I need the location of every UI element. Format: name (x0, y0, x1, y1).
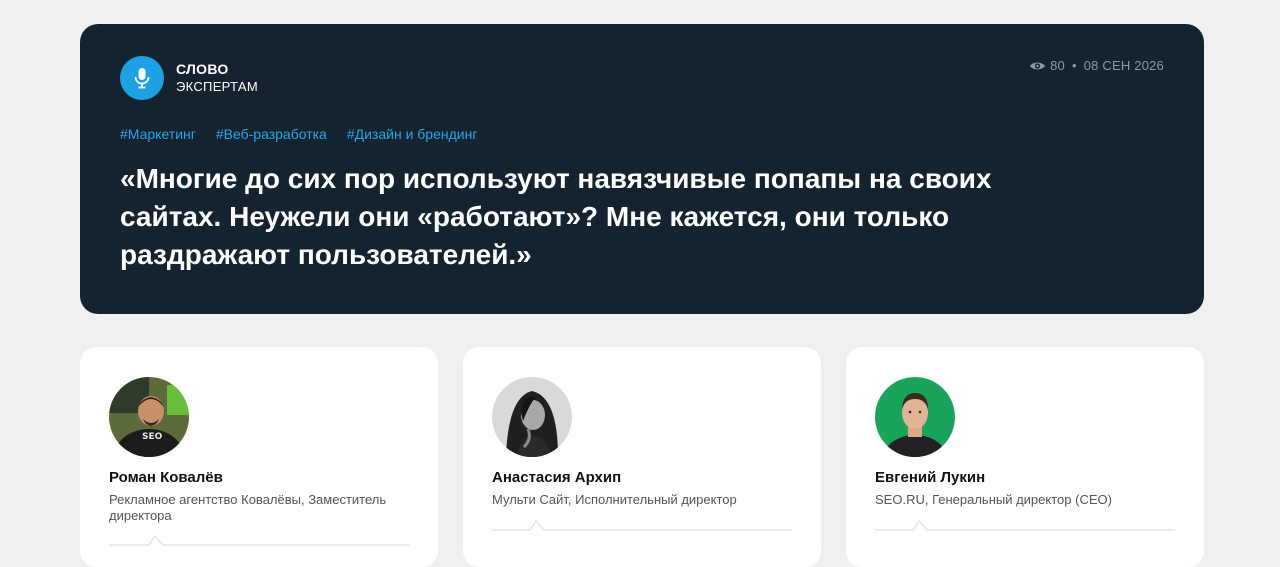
quote-text: «Многие до сих пор используют навязчивые… (120, 163, 992, 270)
tag-marketing[interactable]: #Маркетинг (120, 126, 196, 142)
brand-block[interactable]: СЛОВО ЭКСПЕРТАМ (120, 56, 258, 100)
card-divider (492, 519, 792, 531)
expert-avatar: SEO (109, 377, 189, 457)
brand-line1: СЛОВО (176, 61, 229, 77)
brand-line2: ЭКСПЕРТАМ (176, 79, 258, 94)
expert-name: Анастасия Архип (492, 469, 622, 486)
svg-text:SEO: SEO (142, 432, 163, 442)
expert-name: Евгений Лукин (875, 469, 986, 486)
expert-card[interactable]: Анастасия Архип Мульти Сайт, Исполнитель… (463, 347, 821, 567)
microphone-icon (120, 56, 164, 100)
expert-avatar (875, 377, 955, 457)
tag-design-branding[interactable]: #Дизайн и брендинг (347, 126, 478, 142)
view-count: 80 (1050, 58, 1065, 73)
post-meta: 80 • 08 СЕН 2026 (1029, 58, 1164, 73)
tag-list: #Маркетинг #Веб-разработка #Дизайн и бре… (120, 126, 497, 142)
expert-card[interactable]: Евгений Лукин SEO.RU, Генеральный директ… (846, 347, 1204, 567)
meta-separator: • (1071, 58, 1077, 73)
card-divider (109, 534, 409, 546)
expert-name: Роман Ковалёв (109, 469, 223, 486)
expert-quote-hero: СЛОВО ЭКСПЕРТАМ 80 • 08 СЕН 2026 #Маркет… (80, 24, 1204, 314)
card-divider (875, 519, 1175, 531)
brand-name: СЛОВО ЭКСПЕРТАМ (176, 61, 258, 95)
expert-role: Рекламное агентство Ковалёвы, Заместител… (109, 492, 387, 523)
post-date: 08 СЕН 2026 (1083, 58, 1164, 73)
tag-web-development[interactable]: #Веб-разработка (216, 126, 327, 142)
eye-icon (1029, 60, 1046, 72)
expert-avatar (492, 377, 572, 457)
expert-role: Мульти Сайт, Исполнительный директор (492, 492, 737, 507)
expert-card[interactable]: SEO Роман Ковалёв Рекламное агентство Ко… (80, 347, 438, 567)
expert-role: SEO.RU, Генеральный директор (CEO) (875, 492, 1112, 507)
